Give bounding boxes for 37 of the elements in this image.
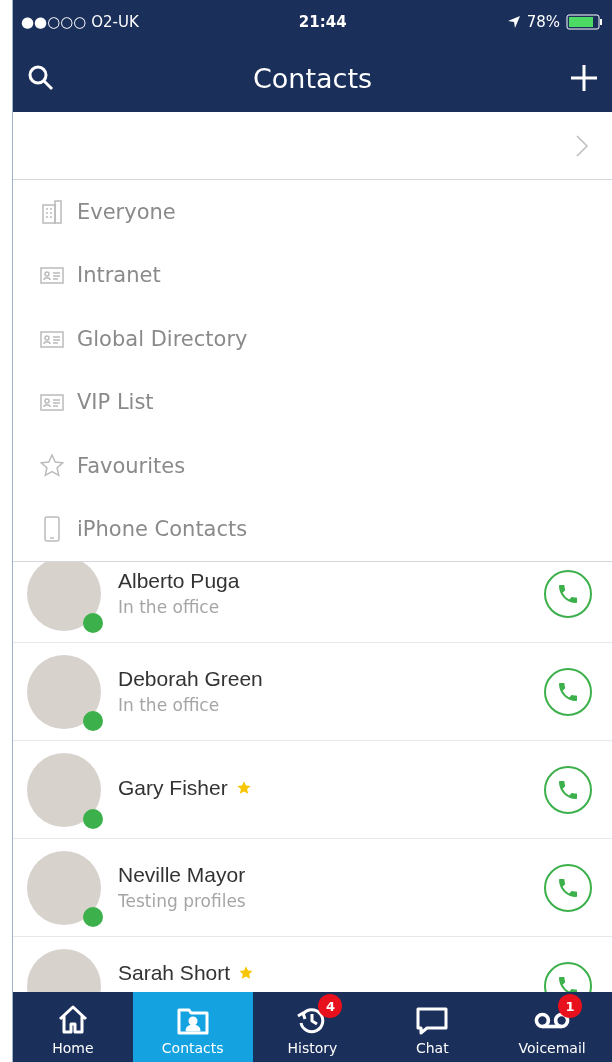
contact-status: Testing profiles bbox=[118, 891, 247, 911]
notification-badge: 1 bbox=[558, 994, 583, 1018]
call-button[interactable] bbox=[544, 667, 592, 716]
contact-status: In the office bbox=[118, 695, 221, 715]
voicemail-icon bbox=[534, 1012, 571, 1029]
notification-badge: 4 bbox=[318, 994, 343, 1018]
menu-item[interactable]: Global Directory bbox=[13, 307, 612, 371]
star-icon bbox=[39, 452, 65, 479]
contact-status: In the office bbox=[118, 597, 221, 617]
contact-name: Sarah Short bbox=[118, 961, 231, 985]
battery-percentage: 78% bbox=[526, 13, 560, 31]
tab-bar-item[interactable]: Home bbox=[13, 992, 133, 1062]
clock-time: 21:44 bbox=[298, 13, 347, 31]
add-button[interactable] bbox=[570, 64, 598, 92]
contact-name: Deborah Green bbox=[118, 667, 263, 691]
chevron-right-icon bbox=[576, 134, 588, 157]
tab-bar-item[interactable]: Chat bbox=[372, 992, 493, 1062]
carrier-label: ●●○○○ O2-UK bbox=[21, 13, 139, 31]
call-button[interactable] bbox=[544, 863, 592, 912]
contact-name: Alberto Puga bbox=[118, 569, 240, 593]
tab-bar-item[interactable]: Contacts bbox=[132, 992, 253, 1062]
contact-name: Neville Mayor bbox=[118, 863, 246, 887]
search-button[interactable] bbox=[27, 64, 55, 92]
menu-item[interactable]: Everyone bbox=[13, 180, 612, 244]
menu-item[interactable]: VIP List bbox=[13, 370, 612, 434]
menu-item[interactable]: iPhone Contacts bbox=[13, 497, 612, 561]
menu-item[interactable]: Favourites bbox=[13, 434, 612, 498]
contact-name: Gary Fisher bbox=[118, 776, 228, 800]
battery-icon bbox=[566, 14, 604, 30]
call-button[interactable] bbox=[544, 765, 592, 814]
location-arrow-icon bbox=[506, 15, 521, 29]
menu-item[interactable]: Intranet bbox=[13, 243, 612, 307]
call-button[interactable] bbox=[544, 569, 592, 618]
building-icon bbox=[39, 198, 65, 225]
tab-bar-item[interactable]: Voicemail 1 bbox=[492, 992, 612, 1062]
tab-bar-item[interactable]: History 4 bbox=[252, 992, 373, 1062]
page-title: Contacts bbox=[252, 62, 373, 94]
